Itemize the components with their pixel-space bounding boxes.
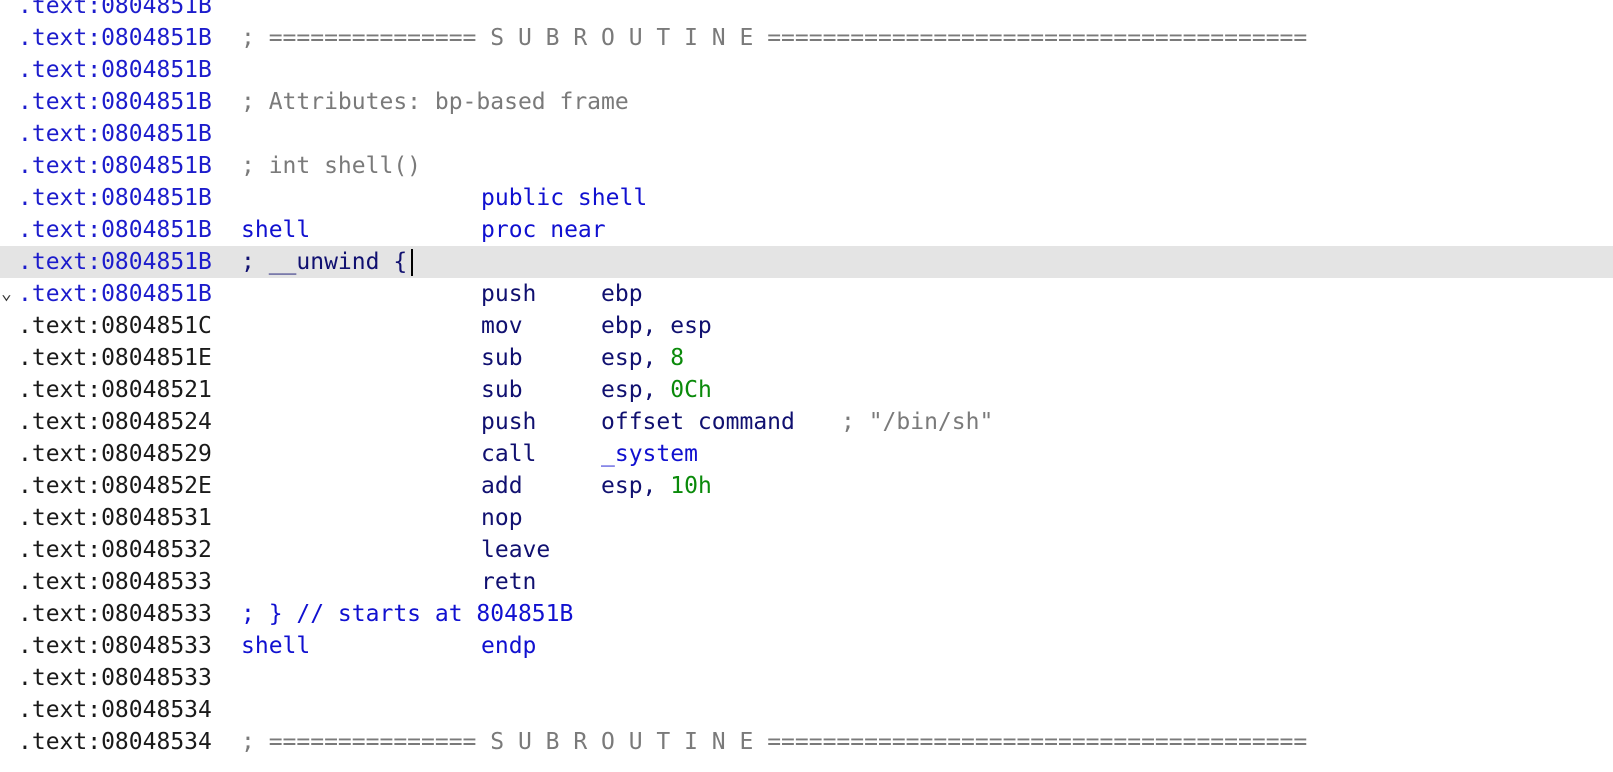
instruction-operands[interactable]: esp, 0Ch (601, 374, 712, 406)
instruction-mnemonic[interactable]: add (481, 470, 523, 502)
line-address[interactable]: .text:0804851B (18, 0, 212, 22)
instruction-mnemonic[interactable]: nop (481, 502, 523, 534)
instruction-mnemonic[interactable]: push (481, 406, 536, 438)
line-comment: ; } // starts at 804851B (241, 598, 573, 630)
line-address[interactable]: .text:08048532 (18, 534, 212, 566)
listing-line[interactable]: .text:0804851B (0, 118, 1613, 150)
line-text: ; int shell() (241, 153, 422, 179)
instruction-operands[interactable]: ebp (601, 278, 643, 310)
line-text: ; Attributes: bp-based frame (241, 89, 629, 115)
operand-immediate[interactable]: 10h (670, 473, 712, 499)
instruction-operands[interactable]: _system (601, 438, 698, 470)
line-address[interactable]: .text:08048533 (18, 566, 212, 598)
instruction-mnemonic[interactable]: sub (481, 342, 523, 374)
operand-token[interactable]: esp, (601, 473, 670, 499)
listing-line[interactable]: .text:08048524 push offset command ; "/bin/… (0, 406, 1613, 438)
listing-line[interactable]: .text:0804851B ; Attributes: bp-based fra… (0, 86, 1613, 118)
listing-line[interactable]: ⌄ .text:0804851B push ebp (0, 278, 1613, 310)
line-address[interactable]: .text:0804851B (18, 150, 212, 182)
listing-line[interactable]: .text:08048534 ; =============== S U B R … (0, 726, 1613, 758)
line-address[interactable]: .text:0804851B (18, 246, 212, 278)
line-text: shell (241, 633, 311, 659)
listing-line[interactable]: .text:0804851C mov ebp, esp (0, 310, 1613, 342)
chevron-down-icon[interactable]: ⌄ (1, 278, 12, 310)
operand-immediate[interactable]: 8 (670, 345, 684, 371)
line-text: ; =============== S U B R O U T I N E ==… (241, 729, 1308, 755)
listing-line[interactable]: .text:0804851B shell proc near (0, 214, 1613, 246)
listing-line[interactable]: .text:08048534 (0, 694, 1613, 726)
operand-token[interactable]: ebp, esp (601, 313, 712, 339)
listing-line[interactable]: .text:0804851B ; int shell() (0, 150, 1613, 182)
listing-line[interactable]: .text:08048533 ; } // starts at 804851B (0, 598, 1613, 630)
listing-line[interactable]: .text:0804851B ; =============== S U B R … (0, 22, 1613, 54)
listing-line[interactable]: .text:0804851B (0, 0, 1613, 22)
operand-token[interactable]: offset command (601, 409, 795, 435)
line-address[interactable]: .text:0804851E (18, 342, 212, 374)
line-address[interactable]: .text:08048533 (18, 598, 212, 630)
instruction-mnemonic[interactable]: public shell (481, 182, 647, 214)
listing-line[interactable]: .text:0804851B public shell (0, 182, 1613, 214)
line-address[interactable]: .text:08048533 (18, 630, 212, 662)
operand-immediate[interactable]: 0Ch (670, 377, 712, 403)
listing-line[interactable]: .text:08048521 sub esp, 0Ch (0, 374, 1613, 406)
instruction-operands[interactable]: ebp, esp (601, 310, 712, 342)
line-address[interactable]: .text:08048534 (18, 694, 212, 726)
instruction-mnemonic[interactable]: leave (481, 534, 550, 566)
line-address[interactable]: .text:0804851B (18, 54, 212, 86)
line-address[interactable]: .text:0804851B (18, 214, 212, 246)
line-address[interactable]: .text:08048531 (18, 502, 212, 534)
inline-comment: ; "/bin/sh" (841, 409, 994, 435)
instruction-mnemonic[interactable]: endp (481, 630, 536, 662)
line-text: ; } // starts at 804851B (241, 601, 574, 627)
instruction-mnemonic[interactable]: retn (481, 566, 536, 598)
instruction-operands[interactable]: offset command (601, 406, 795, 438)
instruction-mnemonic[interactable]: mov (481, 310, 523, 342)
instruction-mnemonic[interactable]: push (481, 278, 536, 310)
function-label[interactable]: shell (241, 630, 310, 662)
line-comment: ; =============== S U B R O U T I N E ==… (241, 726, 1307, 758)
listing-line[interactable]: .text:0804851E sub esp, 8 (0, 342, 1613, 374)
operand-token[interactable]: esp, (601, 345, 670, 371)
line-text: ; =============== S U B R O U T I N E ==… (241, 25, 1308, 51)
operand-token[interactable]: _system (601, 441, 698, 467)
line-text: shell (241, 217, 311, 243)
line-address[interactable]: .text:0804851B (18, 278, 212, 310)
listing-line[interactable]: .text:08048531 nop (0, 502, 1613, 534)
line-address[interactable]: .text:08048529 (18, 438, 212, 470)
operand-token[interactable]: ebp (601, 281, 643, 307)
listing-line[interactable]: .text:08048529 call _system (0, 438, 1613, 470)
line-address[interactable]: .text:08048534 (18, 726, 212, 758)
line-address[interactable]: .text:08048521 (18, 374, 212, 406)
line-address[interactable]: .text:0804851B (18, 22, 212, 54)
line-address[interactable]: .text:0804851C (18, 310, 212, 342)
line-address[interactable]: .text:0804851B (18, 86, 212, 118)
listing-line[interactable]: .text:0804852E add esp, 10h (0, 470, 1613, 502)
listing-line[interactable]: .text:0804851B (0, 54, 1613, 86)
line-comment: ; Attributes: bp-based frame (241, 86, 629, 118)
disassembly-listing[interactable]: .text:0804851B .text:0804851B; ==========… (0, 0, 1613, 758)
instruction-mnemonic[interactable]: proc near (481, 214, 606, 246)
line-comment: ; =============== S U B R O U T I N E ==… (241, 22, 1307, 54)
instruction-operands[interactable]: esp, 10h (601, 470, 712, 502)
line-comment: ; __unwind { (241, 246, 414, 278)
line-comment: ; int shell() (241, 150, 421, 182)
instruction-operands[interactable]: esp, 8 (601, 342, 684, 374)
line-address[interactable]: .text:08048533 (18, 662, 212, 694)
listing-line[interactable]: .text:0804851B ; __unwind { (0, 246, 1613, 278)
text-cursor (411, 249, 414, 276)
operand-token[interactable]: esp, (601, 377, 670, 403)
line-address[interactable]: .text:08048524 (18, 406, 212, 438)
line-address[interactable]: .text:0804851B (18, 118, 212, 150)
listing-line[interactable]: .text:08048533 (0, 662, 1613, 694)
line-text: ; __unwind { (241, 249, 408, 275)
instruction-mnemonic[interactable]: sub (481, 374, 523, 406)
listing-line[interactable]: .text:08048533 retn (0, 566, 1613, 598)
line-address[interactable]: .text:0804852E (18, 470, 212, 502)
listing-line[interactable]: .text:08048533 shell endp (0, 630, 1613, 662)
listing-line[interactable]: .text:08048532 leave (0, 534, 1613, 566)
function-label[interactable]: shell (241, 214, 310, 246)
line-address[interactable]: .text:0804851B (18, 182, 212, 214)
instruction-mnemonic[interactable]: call (481, 438, 536, 470)
